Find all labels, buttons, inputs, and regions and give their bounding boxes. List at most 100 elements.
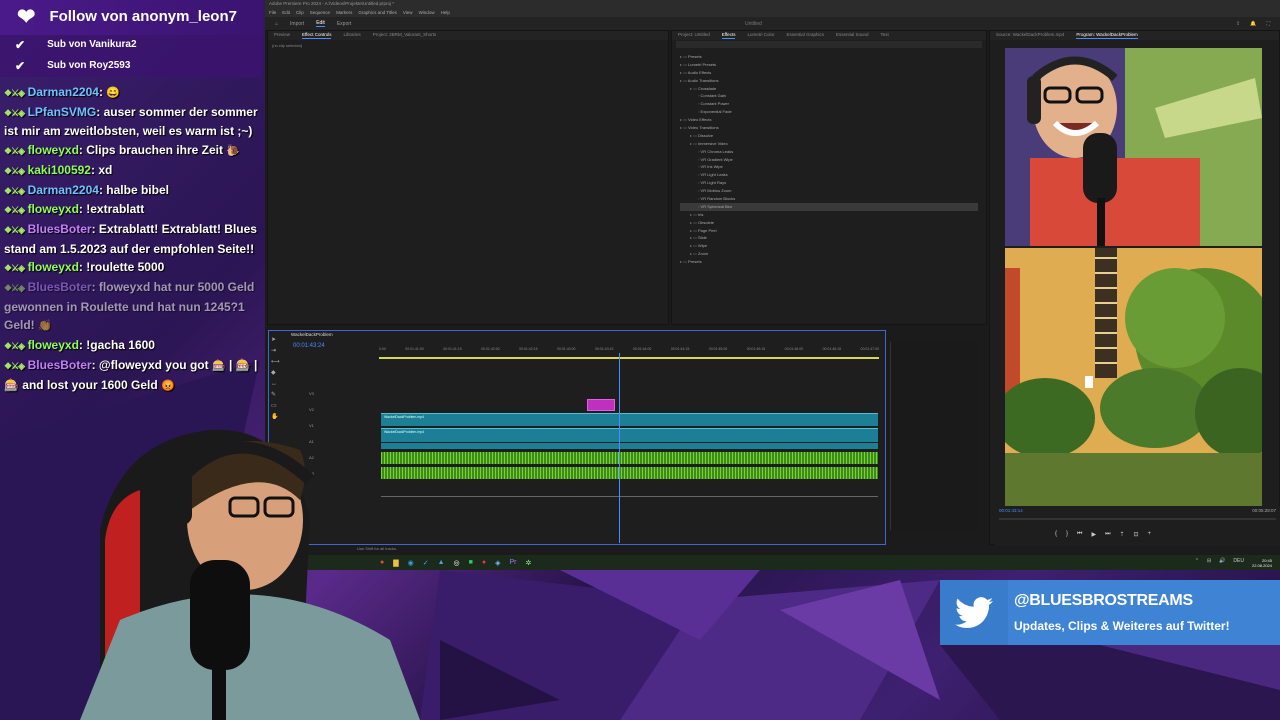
effects-tree-item[interactable]: Video Transitions: [680, 124, 978, 132]
work-area-bar[interactable]: [379, 357, 879, 359]
effects-tree-item[interactable]: VR Light Rays: [680, 179, 978, 187]
effects-tree-item[interactable]: Presets: [680, 53, 978, 61]
tab-essential-sound[interactable]: Essential Sound: [836, 32, 869, 39]
tab-preview[interactable]: Preview: [274, 32, 290, 39]
tray-overflow-icon[interactable]: ⌃: [1195, 558, 1199, 568]
tab-essential-graphics[interactable]: Essential Graphics: [786, 32, 824, 39]
volume-icon[interactable]: 🔊: [1219, 558, 1225, 568]
effects-tree-item[interactable]: VR Light Leaks: [680, 171, 978, 179]
spotify-icon[interactable]: ■: [469, 559, 473, 567]
effects-tree-item[interactable]: Crossfade: [680, 85, 978, 93]
razor-tool-icon[interactable]: ◆: [271, 368, 281, 379]
notification-icon[interactable]: 🔔: [1250, 21, 1256, 27]
chat-username[interactable]: BluesBoter: [28, 280, 92, 294]
menu-file[interactable]: File: [269, 10, 276, 16]
tab-source-monitor[interactable]: Source: WackelDackProblem.mp4: [996, 32, 1064, 39]
share-icon[interactable]: ⇪: [1236, 21, 1240, 27]
effects-tree-item[interactable]: VR Iris Wipe: [680, 163, 978, 171]
slip-tool-icon[interactable]: ↔: [271, 379, 281, 390]
menu-sequence[interactable]: Sequence: [310, 10, 330, 16]
premiere-icon[interactable]: Pr: [510, 559, 517, 567]
menu-graphics[interactable]: Graphics and Titles: [358, 10, 397, 16]
chat-username[interactable]: LPfanSVMG: [28, 105, 97, 119]
effects-tree-item[interactable]: VR Gradient Wipe: [680, 156, 978, 164]
chat-username[interactable]: floweyxd: [28, 202, 79, 216]
menu-clip[interactable]: Clip: [296, 10, 304, 16]
fullscreen-icon[interactable]: ⛶: [1266, 21, 1270, 27]
effects-tree-item[interactable]: Iris: [680, 211, 978, 219]
add-button-icon[interactable]: +: [1148, 531, 1152, 538]
program-timecode[interactable]: 00:01:43:14: [999, 508, 1023, 513]
clip-v2[interactable]: WackelDackProblem.mp4: [381, 413, 878, 426]
effects-tree-item[interactable]: VR Spherical Blur: [680, 202, 978, 211]
step-back-icon[interactable]: ⏮: [1077, 531, 1082, 538]
audio-clip-a2[interactable]: [381, 467, 878, 479]
tab-effect-controls[interactable]: Effect Controls: [302, 32, 332, 39]
chat-username[interactable]: floweyxd: [28, 338, 79, 352]
chat-username[interactable]: BluesBoter: [28, 222, 92, 236]
steam-icon[interactable]: ◈: [495, 559, 500, 567]
sequence-tab[interactable]: WackelDackProblem: [291, 332, 333, 337]
tab-effects[interactable]: Effects: [721, 32, 736, 39]
effects-tree-item[interactable]: Wipe: [680, 242, 978, 250]
effects-tree-item[interactable]: Slide: [680, 234, 978, 242]
lift-icon[interactable]: ⇡: [1119, 531, 1124, 538]
chat-username[interactable]: kaki100592: [28, 163, 91, 177]
effects-tree-item[interactable]: Constant Power: [680, 100, 978, 108]
tab-edit[interactable]: Edit: [316, 20, 325, 27]
record-icon[interactable]: ●: [482, 559, 486, 567]
mark-out-icon[interactable]: }: [1066, 531, 1068, 538]
tab-lumetri-color[interactable]: Lumetri Color: [747, 32, 774, 39]
export-frame-icon[interactable]: ⊡: [1134, 531, 1139, 538]
track-v3-header[interactable]: V3: [269, 391, 377, 407]
effects-tree-item[interactable]: Obsolete: [680, 219, 978, 227]
playhead[interactable]: [619, 353, 620, 543]
program-scrubber[interactable]: [999, 518, 1276, 520]
track-select-icon[interactable]: ⇥: [271, 346, 281, 357]
effects-tree-item[interactable]: VR Random Blocks: [680, 195, 978, 203]
effects-search-input[interactable]: [676, 41, 982, 48]
audio-clip-a1[interactable]: [381, 452, 878, 464]
chat-username[interactable]: Darman2204: [28, 85, 99, 99]
tab-import[interactable]: Import: [290, 21, 304, 27]
selection-tool-icon[interactable]: ➤: [271, 335, 281, 346]
language-indicator[interactable]: DEU: [1233, 558, 1244, 568]
chat-username[interactable]: Darman2204: [28, 183, 99, 197]
step-forward-icon[interactable]: ⏭: [1105, 531, 1110, 538]
tab-project-untitled[interactable]: Project: Untitled: [678, 32, 710, 39]
ripple-edit-icon[interactable]: ⟷: [271, 357, 281, 368]
time-ruler[interactable]: 0:00 00:01:41:00 00:01:41:15 00:01:42:00 00:…: [379, 347, 879, 355]
tab-export[interactable]: Export: [337, 21, 351, 27]
clip-v1-extension[interactable]: [381, 443, 878, 449]
menu-edit[interactable]: Edit: [282, 10, 290, 16]
tab-program-monitor[interactable]: Program: WackelDackProblem: [1076, 32, 1138, 39]
play-icon[interactable]: ▶: [1091, 531, 1096, 538]
effects-tree-item[interactable]: Video Effects: [680, 116, 978, 124]
home-icon[interactable]: ⌂: [275, 21, 278, 27]
tab-text[interactable]: Text: [881, 32, 889, 39]
clip-v1[interactable]: WackelDackProblem.mp4: [381, 428, 878, 442]
tab-libraries[interactable]: Libraries: [343, 32, 360, 39]
effects-tree-item[interactable]: Audio Transitions: [680, 77, 978, 85]
effects-tree-item[interactable]: Exponential Fade: [680, 108, 978, 116]
effects-tree-item[interactable]: VR Mobius Zoom: [680, 187, 978, 195]
effects-tree-item[interactable]: Audio Effects: [680, 69, 978, 77]
effects-tree-item[interactable]: Dissolve: [680, 132, 978, 140]
obs-icon[interactable]: ◎: [454, 559, 460, 567]
adjustment-clip[interactable]: [587, 399, 615, 411]
chat-username[interactable]: BluesBoter: [28, 358, 92, 372]
effects-tree-item[interactable]: Page Peel: [680, 227, 978, 235]
taskbar-clock[interactable]: 20:45 22.08.2024: [1252, 558, 1272, 568]
effects-tree-item[interactable]: Constant Gain: [680, 92, 978, 100]
menu-markers[interactable]: Markers: [336, 10, 352, 16]
menu-view[interactable]: View: [403, 10, 413, 16]
effects-tree-item[interactable]: VR Chroma Leaks: [680, 148, 978, 156]
sequence-timecode[interactable]: 00:01:43:24: [293, 343, 325, 349]
network-icon[interactable]: ⊟: [1207, 558, 1211, 568]
effects-tree-item[interactable]: Lumetri Presets: [680, 61, 978, 69]
tab-project-shorts[interactable]: Project: 2BRM_Valorant_Shorts: [373, 32, 436, 39]
menu-window[interactable]: Window: [419, 10, 435, 16]
menu-help[interactable]: Help: [441, 10, 450, 16]
effects-tree-item[interactable]: Presets: [680, 258, 978, 266]
settings-icon[interactable]: ✲: [526, 559, 532, 567]
